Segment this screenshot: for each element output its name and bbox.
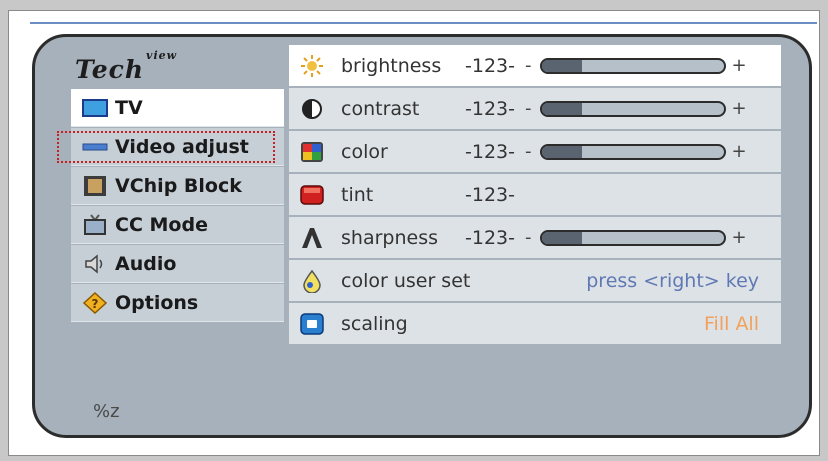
tv-osd-screen: Tech view TV Video adjust VChip Block CC … [32,34,812,438]
decrease-label: - [525,55,532,76]
svg-text:?: ? [92,297,99,311]
scaling-icon [297,312,327,336]
increase-label: + [731,55,747,76]
color-user-set-hint: press <right> key [586,270,759,292]
options-icon: ? [81,291,109,314]
increase-label: + [731,227,747,248]
sharpness-icon [297,226,327,250]
brightness-slider[interactable]: - + [525,55,747,76]
menu-item-cc-mode[interactable]: CC Mode [71,206,284,244]
menu-item-audio[interactable]: Audio [71,245,284,283]
setting-color[interactable]: color -123- - + [289,131,781,172]
top-divider [30,22,817,24]
increase-label: + [731,98,747,119]
menu-item-tv[interactable]: TV [71,89,284,127]
increase-label: + [731,141,747,162]
decrease-label: - [525,98,532,119]
speaker-icon [81,253,109,274]
menu-item-vchip-block[interactable]: VChip Block [71,167,284,205]
cc-icon [81,213,109,235]
sharpness-slider[interactable]: - + [525,227,747,248]
contrast-icon [297,97,327,121]
status-text: %z [93,401,120,422]
color-slider[interactable]: - + [525,141,747,162]
sun-icon [297,54,327,78]
scaling-value: Fill All [704,313,759,335]
setting-scaling[interactable]: scaling Fill All [289,303,781,344]
contrast-slider[interactable]: - + [525,98,747,119]
main-menu: TV Video adjust VChip Block CC Mode Audi… [71,89,284,323]
tint-icon [297,183,327,207]
vchip-icon [81,175,109,196]
settings-panel: brightness -123- - + contrast -123- - + [289,45,781,346]
color-drop-icon [297,269,327,293]
setting-color-user-set[interactable]: color user set press <right> key [289,260,781,301]
techview-logo: Tech view [75,48,178,84]
setting-brightness[interactable]: brightness -123- - + [289,45,781,86]
setting-sharpness[interactable]: sharpness -123- - + [289,217,781,258]
menu-item-options[interactable]: ? Options [71,284,284,322]
setting-contrast[interactable]: contrast -123- - + [289,88,781,129]
decrease-label: - [525,141,532,162]
selection-highlight [57,131,275,163]
tv-icon [81,98,109,118]
setting-tint[interactable]: tint -123- [289,174,781,215]
palette-icon [297,140,327,164]
decrease-label: - [525,227,532,248]
